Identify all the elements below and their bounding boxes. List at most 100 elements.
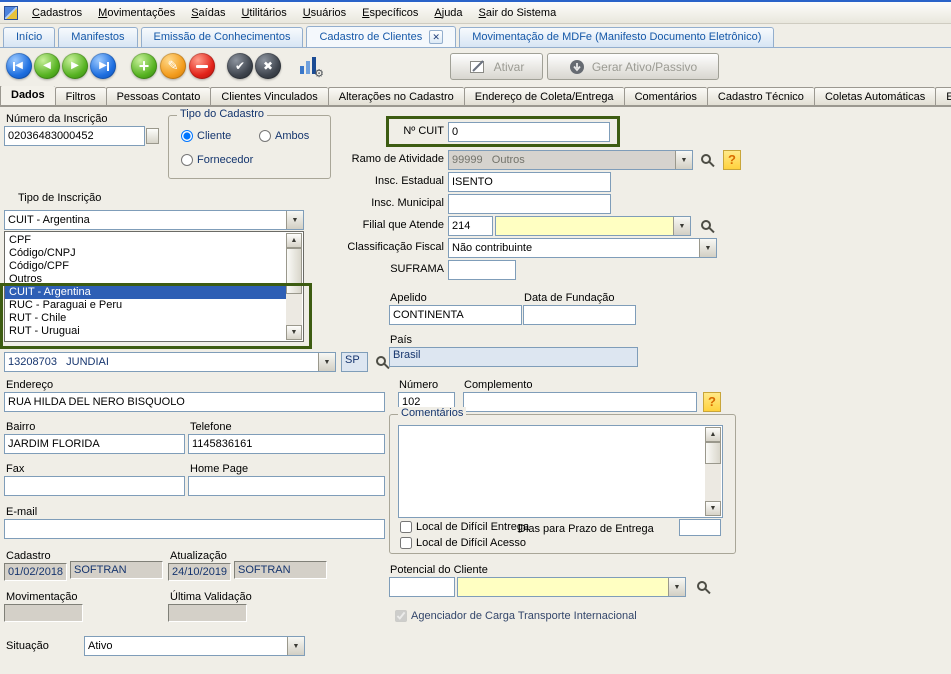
endereco-field[interactable] bbox=[4, 392, 385, 412]
gerar-ativo-passivo-button[interactable]: Gerar Ativo/Passivo bbox=[547, 53, 719, 80]
dropdown-option[interactable]: RUT - Chile bbox=[5, 312, 286, 325]
tab-manifestos[interactable]: Manifestos bbox=[58, 27, 138, 47]
scroll-down-icon[interactable] bbox=[286, 325, 302, 340]
tab-movimentacao-mdfe[interactable]: Movimentação de MDFe (Manifesto Document… bbox=[459, 27, 775, 47]
nav-first-button[interactable]: ◀ bbox=[6, 53, 32, 79]
chevron-down-icon[interactable] bbox=[286, 211, 303, 229]
dropdown-option[interactable]: RUT - Uruguai bbox=[5, 325, 286, 338]
complemento-field[interactable] bbox=[463, 392, 697, 412]
add-button[interactable]: + bbox=[131, 53, 157, 79]
confirm-button[interactable]: ✔ bbox=[227, 53, 253, 79]
menu-item-especificos[interactable]: Específicos bbox=[354, 5, 426, 21]
scroll-down-icon[interactable] bbox=[705, 501, 721, 516]
ativar-button[interactable]: Ativar bbox=[450, 53, 543, 80]
potencial-code-field[interactable] bbox=[389, 577, 455, 597]
potencial-select[interactable] bbox=[457, 577, 686, 597]
dropdown-option-selected[interactable]: CUIT - Argentina bbox=[5, 286, 286, 299]
comentarios-textarea[interactable] bbox=[398, 425, 723, 518]
classificacao-fiscal-select[interactable]: Não contribuinte bbox=[448, 238, 717, 258]
subtab-endereco-coleta-entrega[interactable]: Endereço de Coleta/Entrega bbox=[463, 87, 624, 106]
search-icon[interactable] bbox=[701, 220, 711, 230]
comentarios-scrollbar[interactable] bbox=[705, 427, 721, 516]
radio-cliente[interactable]: Cliente bbox=[181, 130, 231, 142]
ramo-atividade-select[interactable]: 99999 Outros bbox=[448, 150, 693, 170]
email-field[interactable] bbox=[4, 519, 385, 539]
subtab-clientes-vinculados[interactable]: Clientes Vinculados bbox=[210, 87, 328, 106]
scroll-up-icon[interactable] bbox=[705, 427, 721, 442]
menu-item-sair[interactable]: Sair do Sistema bbox=[471, 5, 565, 21]
cancel-button[interactable]: ✖ bbox=[255, 53, 281, 79]
dias-prazo-field[interactable] bbox=[679, 519, 721, 536]
situacao-select[interactable]: Ativo bbox=[84, 636, 305, 656]
subtab-filtros[interactable]: Filtros bbox=[54, 87, 106, 106]
subtab-cadastro-tecnico[interactable]: Cadastro Técnico bbox=[706, 87, 814, 106]
subtab-alteracoes-cadastro[interactable]: Alterações no Cadastro bbox=[327, 87, 464, 106]
menu-item-ajuda[interactable]: Ajuda bbox=[426, 5, 470, 21]
insc-municipal-field[interactable] bbox=[448, 194, 611, 214]
insc-estadual-field[interactable] bbox=[448, 172, 611, 192]
chevron-down-icon[interactable] bbox=[673, 217, 690, 235]
dificil-acesso-checkbox[interactable]: Local de Difícil Acesso bbox=[400, 537, 526, 549]
menu-item-utilitarios[interactable]: Utilitários bbox=[233, 5, 294, 21]
chevron-down-icon[interactable] bbox=[668, 578, 685, 596]
search-icon[interactable] bbox=[376, 356, 386, 366]
menu-item-movimentacoes[interactable]: Movimentações bbox=[90, 5, 183, 21]
radio-ambos[interactable]: Ambos bbox=[259, 130, 309, 142]
apelido-field[interactable] bbox=[389, 305, 522, 325]
tab-inicio[interactable]: Início bbox=[3, 27, 56, 47]
uf-field[interactable]: SP bbox=[341, 352, 368, 372]
dropdown-option[interactable]: Código/CPF bbox=[5, 260, 286, 273]
dificil-entrega-checkbox[interactable]: Local de Difícil Entrega bbox=[400, 521, 529, 533]
pais-field[interactable]: Brasil bbox=[389, 347, 638, 367]
chevron-down-icon[interactable] bbox=[318, 353, 335, 371]
radio-fornecedor[interactable]: Fornecedor bbox=[181, 154, 253, 166]
nav-last-button[interactable]: ▶ bbox=[90, 53, 116, 79]
search-icon[interactable] bbox=[701, 154, 711, 164]
suframa-field[interactable] bbox=[448, 260, 516, 280]
fax-field[interactable] bbox=[4, 476, 185, 496]
bairro-field[interactable] bbox=[4, 434, 185, 454]
municipio-select[interactable]: 13208703 JUNDIAI bbox=[4, 352, 336, 372]
scrollbar-thumb[interactable] bbox=[705, 442, 721, 464]
tab-emissao-conhecimentos[interactable]: Emissão de Conhecimentos bbox=[140, 27, 304, 47]
filial-code-field[interactable] bbox=[448, 216, 493, 236]
help-icon[interactable]: ? bbox=[723, 150, 741, 170]
nav-prev-button[interactable]: ◀ bbox=[34, 53, 60, 79]
filial-select[interactable] bbox=[495, 216, 691, 236]
edit-button[interactable]: ✎ bbox=[160, 53, 186, 79]
help-icon[interactable]: ? bbox=[703, 392, 721, 412]
chevron-down-icon[interactable] bbox=[675, 151, 692, 169]
cuit-field[interactable] bbox=[448, 122, 610, 142]
inscricao-lookup-button[interactable] bbox=[146, 128, 159, 144]
dropdown-scrollbar[interactable] bbox=[286, 233, 302, 340]
dropdown-option[interactable]: CPF bbox=[5, 234, 286, 247]
menu-item-saidas[interactable]: Saídas bbox=[183, 5, 233, 21]
dropdown-option[interactable]: Código/CNPJ bbox=[5, 247, 286, 260]
home-page-field[interactable] bbox=[188, 476, 385, 496]
telefone-field[interactable] bbox=[188, 434, 385, 454]
subtab-comentarios[interactable]: Comentários bbox=[623, 87, 707, 106]
data-fundacao-field[interactable] bbox=[523, 305, 636, 325]
agenciador-checkbox[interactable]: Agenciador de Carga Transporte Internaci… bbox=[395, 610, 637, 622]
scrollbar-thumb[interactable] bbox=[286, 248, 302, 294]
numero-inscricao-field[interactable] bbox=[4, 126, 145, 146]
tab-cadastro-clientes[interactable]: Cadastro de Clientes ✕ bbox=[306, 26, 457, 47]
chevron-down-icon[interactable] bbox=[287, 637, 304, 655]
subtab-dados[interactable]: Dados bbox=[0, 86, 55, 106]
dropdown-option[interactable]: Outros bbox=[5, 273, 286, 286]
nav-next-button[interactable]: ▶ bbox=[62, 53, 88, 79]
tipo-inscricao-select[interactable]: CUIT - Argentina bbox=[4, 210, 304, 230]
search-icon[interactable] bbox=[697, 581, 707, 591]
subtab-endereco-cobranca[interactable]: Endereço de C bbox=[935, 87, 951, 106]
chart-settings-button[interactable]: ⚙ bbox=[298, 56, 324, 80]
subtab-pessoas-contato[interactable]: Pessoas Contato bbox=[105, 87, 211, 106]
chevron-down-icon[interactable] bbox=[699, 239, 716, 257]
subtab-coletas-automaticas[interactable]: Coletas Automáticas bbox=[813, 87, 936, 106]
scroll-up-icon[interactable] bbox=[286, 233, 302, 248]
delete-button[interactable] bbox=[189, 53, 215, 79]
menu-item-cadastros[interactable]: Cadastros bbox=[24, 5, 90, 21]
dropdown-option[interactable]: RUC - Paraguai e Peru bbox=[5, 299, 286, 312]
tipo-cadastro-legend: Tipo do Cadastro bbox=[177, 108, 267, 120]
close-icon[interactable]: ✕ bbox=[429, 30, 444, 44]
menu-item-usuarios[interactable]: Usuários bbox=[295, 5, 354, 21]
